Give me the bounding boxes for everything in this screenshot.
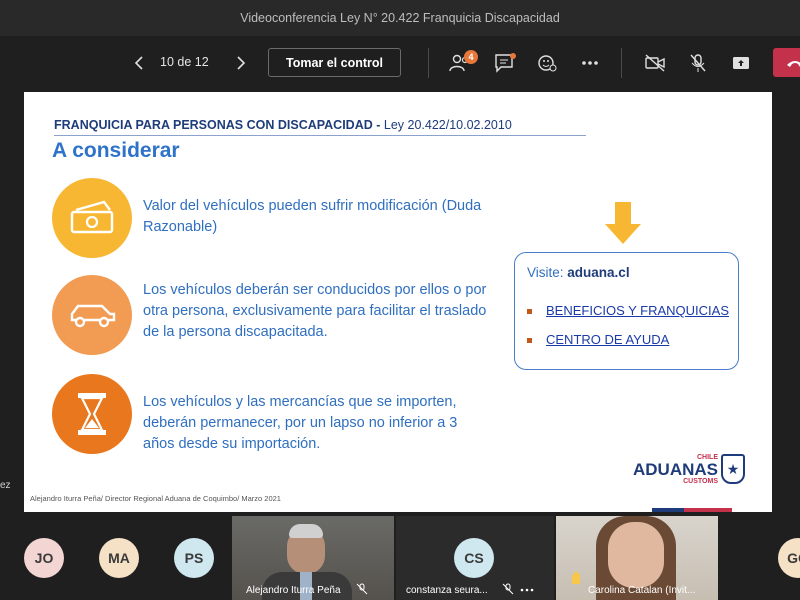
more-icon bbox=[582, 61, 598, 65]
participant-tile[interactable]: CS constanza seura... bbox=[396, 516, 554, 600]
link-help-center[interactable]: CENTRO DE AYUDA bbox=[546, 332, 669, 347]
header-rule bbox=[54, 135, 586, 136]
mic-off-icon bbox=[502, 583, 514, 595]
hangup-button[interactable] bbox=[773, 48, 800, 77]
toolbar-divider bbox=[428, 48, 429, 78]
avatar[interactable]: JO bbox=[24, 538, 64, 578]
mic-off-icon bbox=[690, 54, 706, 72]
aduanas-logo: CHILE ADUANAS CUSTOMS bbox=[630, 454, 718, 485]
more-icon[interactable] bbox=[520, 588, 534, 592]
window-title: Videoconferencia Ley N° 20.422 Franquici… bbox=[0, 0, 800, 36]
visit-label: Visite: bbox=[527, 265, 564, 280]
slide-title: A considerar bbox=[52, 139, 180, 162]
participant-tile-video[interactable]: Alejandro Iturra Peña bbox=[232, 516, 394, 600]
shield-icon: ★ bbox=[721, 454, 745, 484]
list-item: BENEFICIOS Y FRANQUICIAS bbox=[527, 303, 729, 318]
slide-header: FRANQUICIA PARA PERSONAS CON DISCAPACIDA… bbox=[54, 118, 512, 132]
reactions-icon bbox=[538, 55, 557, 72]
list-item: CENTRO DE AYUDA bbox=[527, 332, 669, 347]
participants-count-badge: 4 bbox=[464, 50, 478, 64]
prev-slide-button[interactable] bbox=[128, 50, 150, 76]
chevron-left-icon bbox=[134, 56, 143, 70]
visit-box: Visite: aduana.cl BENEFICIOS Y FRANQUICI… bbox=[514, 252, 739, 370]
arrow-down-icon bbox=[604, 200, 642, 251]
bullet bbox=[527, 338, 532, 344]
logo-name: ADUANAS bbox=[633, 460, 718, 479]
participant-name: constanza seura... bbox=[406, 585, 488, 596]
page-indicator: 10 de 12 bbox=[160, 55, 209, 69]
mic-toggle-button[interactable] bbox=[684, 50, 712, 76]
avatar[interactable]: MA bbox=[99, 538, 139, 578]
chevron-right-icon bbox=[237, 56, 246, 70]
money-icon bbox=[52, 178, 132, 258]
mic-off-icon bbox=[356, 583, 368, 595]
share-icon bbox=[733, 57, 749, 69]
avatar[interactable]: PS bbox=[174, 538, 214, 578]
more-options-button[interactable] bbox=[576, 50, 604, 76]
slide-footer: Alejandro Iturra Peña/ Director Regional… bbox=[30, 494, 281, 503]
camera-toggle-button[interactable] bbox=[641, 50, 669, 76]
item-text-value: Valor del vehículos pueden sufrir modifi… bbox=[143, 198, 482, 235]
flag-strip bbox=[652, 508, 732, 512]
edge-fragment: ez bbox=[0, 480, 11, 491]
car-icon bbox=[52, 275, 132, 355]
next-slide-button[interactable] bbox=[230, 50, 252, 76]
bullet bbox=[527, 309, 532, 315]
item-text-driving: Los vehículos deberán ser conducidos por… bbox=[143, 282, 487, 340]
avatar: CS bbox=[454, 538, 494, 578]
hangup-icon bbox=[787, 61, 800, 67]
hourglass-icon bbox=[52, 374, 132, 454]
shared-slide: FRANQUICIA PARA PERSONAS CON DISCAPACIDA… bbox=[24, 92, 772, 512]
take-control-button[interactable]: Tomar el control bbox=[268, 48, 401, 77]
camera-off-icon bbox=[645, 54, 665, 72]
toolbar-divider bbox=[621, 48, 622, 78]
chat-unread-dot bbox=[510, 53, 516, 59]
participant-tile-video[interactable]: Carolina Catalan (Invit... bbox=[556, 516, 718, 600]
hand-raised-icon bbox=[572, 572, 580, 584]
reactions-button[interactable] bbox=[533, 50, 561, 76]
link-benefits[interactable]: BENEFICIOS Y FRANQUICIAS bbox=[546, 303, 729, 318]
visit-line: Visite: aduana.cl bbox=[527, 265, 630, 280]
slide-header-bold: FRANQUICIA PARA PERSONAS CON DISCAPACIDA… bbox=[54, 118, 381, 132]
participant-name: Alejandro Iturra Peña bbox=[246, 585, 341, 596]
visit-site: aduana.cl bbox=[567, 265, 630, 280]
item-text-permanence: Los vehículos y las mercancías que se im… bbox=[143, 394, 458, 452]
participant-name: Carolina Catalan (Invit... bbox=[588, 585, 696, 596]
slide-header-law: Ley 20.422/10.02.2010 bbox=[380, 118, 512, 132]
logo-sub: CUSTOMS bbox=[683, 478, 718, 485]
share-screen-button[interactable] bbox=[727, 50, 755, 76]
